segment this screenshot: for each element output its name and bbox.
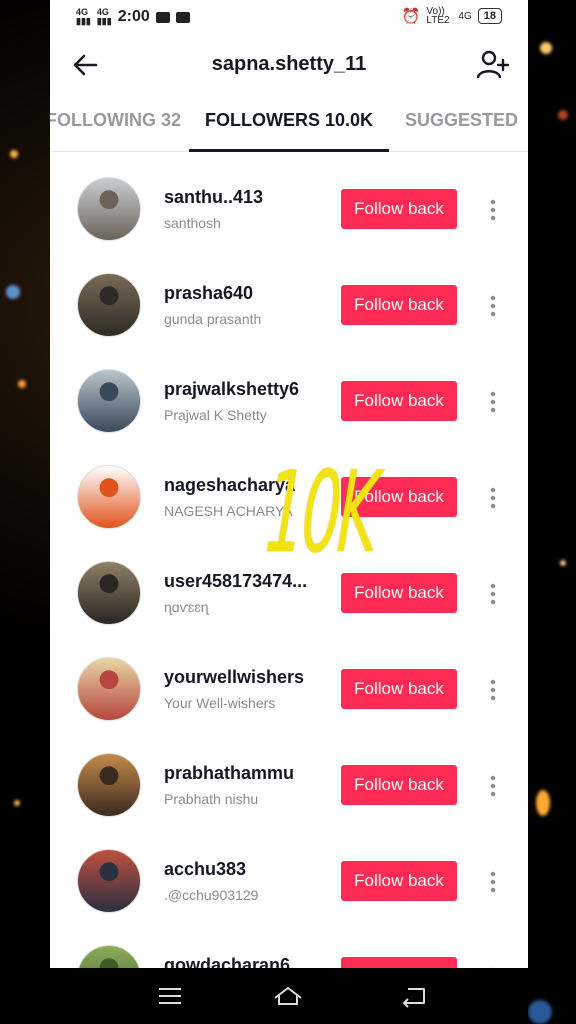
play-icon: [155, 11, 170, 23]
tab-followers[interactable]: FOLLOWERS 10.0K: [205, 110, 373, 131]
more-options-icon[interactable]: [482, 773, 504, 799]
network-right-label: 4G: [458, 10, 472, 22]
page-title: sapna.shetty_11: [211, 53, 367, 75]
home-icon[interactable]: [272, 984, 304, 1008]
follow-back-button[interactable]: Follow back: [341, 381, 457, 421]
navigation-bar: [50, 968, 528, 1024]
follower-row[interactable]: acchu383 .@cchu903129 Follow back: [50, 825, 528, 921]
signal-icon: 4G ▮▮▮: [76, 7, 91, 26]
follower-nickname: Prabhath nishu: [164, 791, 259, 807]
phone-screen: 4G ▮▮▮ 4G ▮▮▮ 2:00 ⏰ Vo)) LTE2 4G 18 sapna…: [50, 0, 528, 968]
follower-nickname: .@cchu903129: [164, 887, 259, 903]
follower-nickname: santhosh: [164, 215, 221, 231]
bokeh-light: [10, 150, 18, 158]
follower-row[interactable]: nageshacharya NAGESH ACHARYA Follow back: [50, 441, 528, 537]
bokeh-light: [558, 110, 568, 120]
bokeh-light: [18, 380, 26, 388]
volte-label: Vo)) LTE2: [426, 6, 450, 26]
follower-nickname: ɳɑⱱɛɛɳ: [164, 599, 209, 615]
follower-username[interactable]: user458173474...: [164, 571, 307, 592]
follow-back-button[interactable]: Follow back: [341, 765, 457, 805]
more-options-icon[interactable]: [482, 677, 504, 703]
follower-username[interactable]: prabhathammu: [164, 763, 294, 784]
battery-icon: 18: [477, 8, 502, 24]
avatar[interactable]: [77, 657, 141, 721]
menu-icon[interactable]: [157, 984, 183, 1008]
bokeh-light: [540, 42, 552, 54]
avatar[interactable]: [77, 369, 141, 433]
follow-back-button[interactable]: Follow back: [341, 189, 457, 229]
screen: 4G ▮▮▮ 4G ▮▮▮ 2:00 ⏰ Vo)) LTE2 4G 18 sapna…: [0, 0, 576, 1024]
follower-nickname: NAGESH ACHARYA: [164, 503, 293, 519]
follower-username[interactable]: acchu383: [164, 859, 246, 880]
status-right: ⏰ Vo)) LTE2 4G 18: [401, 6, 502, 26]
status-bar: 4G ▮▮▮ 4G ▮▮▮ 2:00 ⏰ Vo)) LTE2 4G 18: [50, 0, 528, 34]
bokeh-light: [536, 790, 550, 816]
follower-nickname: Your Well-wishers: [164, 695, 276, 711]
follower-row[interactable]: prajwalkshetty6 Prajwal K Shetty Follow …: [50, 345, 528, 441]
follower-nickname: Prajwal K Shetty: [164, 407, 267, 423]
header: sapna.shetty_11: [50, 34, 528, 96]
more-options-icon[interactable]: [482, 197, 504, 223]
follow-back-button[interactable]: Follow back: [341, 573, 457, 613]
add-person-icon[interactable]: [476, 48, 510, 82]
follow-back-button[interactable]: Follow back: [341, 477, 457, 517]
follow-back-button[interactable]: Follow back: [341, 669, 457, 709]
follower-row[interactable]: santhu..413 santhosh Follow back: [50, 153, 528, 249]
avatar[interactable]: [77, 849, 141, 913]
follower-username[interactable]: prasha640: [164, 283, 253, 304]
bokeh-light: [6, 285, 20, 299]
follower-nickname: gunda prasanth: [164, 311, 262, 327]
follower-username[interactable]: gowdacharan6: [164, 955, 290, 968]
avatar[interactable]: [77, 561, 141, 625]
active-tab-indicator: [189, 149, 389, 152]
alarm-icon: ⏰: [401, 8, 421, 25]
avatar[interactable]: [77, 465, 141, 529]
network-label: 4G: [76, 7, 89, 17]
avatar[interactable]: [77, 753, 141, 817]
follower-username[interactable]: yourwellwishers: [164, 667, 304, 688]
follower-row[interactable]: prabhathammu Prabhath nishu Follow back: [50, 729, 528, 825]
avatar[interactable]: [77, 945, 141, 968]
follower-row[interactable]: prasha640 gunda prasanth Follow back: [50, 249, 528, 345]
follower-username[interactable]: santhu..413: [164, 187, 263, 208]
video-icon: [175, 11, 190, 23]
more-options-icon[interactable]: [482, 389, 504, 415]
status-left: 4G ▮▮▮ 4G ▮▮▮ 2:00: [76, 8, 190, 26]
clock: 2:00: [117, 8, 150, 25]
follower-row[interactable]: user458173474... ɳɑⱱɛɛɳ Follow back: [50, 537, 528, 633]
avatar[interactable]: [77, 177, 141, 241]
follower-username[interactable]: prajwalkshetty6: [164, 379, 299, 400]
follower-row[interactable]: gowdacharan6 Follow back: [50, 921, 528, 968]
follower-username[interactable]: nageshacharya: [164, 475, 295, 496]
bokeh-light: [560, 560, 566, 566]
tab-suggested[interactable]: SUGGESTED: [405, 110, 518, 131]
more-options-icon[interactable]: [482, 869, 504, 895]
follow-back-button[interactable]: Follow back: [341, 957, 457, 968]
signal-icon: 4G ▮▮▮: [96, 7, 112, 26]
bokeh-light: [14, 800, 20, 806]
network-label-2: 4G: [96, 7, 109, 17]
more-options-icon[interactable]: [482, 581, 504, 607]
tab-following[interactable]: FOLLOWING 32: [50, 110, 181, 131]
more-options-icon[interactable]: [482, 293, 504, 319]
more-options-icon[interactable]: [482, 485, 504, 511]
follower-row[interactable]: yourwellwishers Your Well-wishers Follow…: [50, 633, 528, 729]
avatar[interactable]: [77, 273, 141, 337]
follow-back-button[interactable]: Follow back: [341, 861, 457, 901]
nav-back-icon[interactable]: [400, 984, 428, 1008]
follow-back-button[interactable]: Follow back: [341, 285, 457, 325]
tab-bar: FOLLOWING 32 FOLLOWERS 10.0K SUGGESTED: [50, 96, 528, 152]
bokeh-light: [528, 1000, 552, 1024]
